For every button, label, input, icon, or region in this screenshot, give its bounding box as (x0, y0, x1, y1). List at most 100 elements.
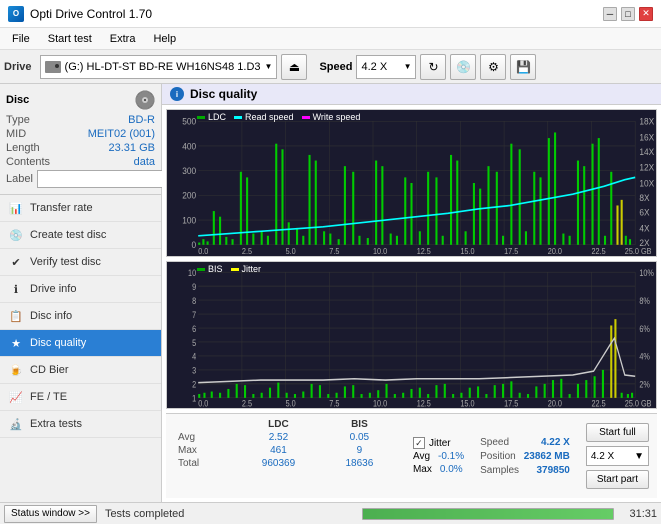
svg-text:4%: 4% (639, 352, 650, 362)
menu-help[interactable]: Help (145, 31, 184, 47)
status-window-button[interactable]: Status window >> (4, 505, 97, 523)
menu-start-test[interactable]: Start test (40, 31, 100, 47)
svg-text:20.0: 20.0 (548, 246, 562, 255)
disc-quality-header: i Disc quality (162, 84, 661, 105)
position-value: 23862 MB (524, 451, 570, 462)
avg-bis: 0.05 (322, 431, 397, 444)
disc-info-icon: 📋 (8, 308, 24, 324)
nav-cd-bier-label: CD Bier (30, 364, 69, 376)
speed-dropdown[interactable]: 4.2 X ▼ (586, 446, 649, 466)
svg-text:12.5: 12.5 (417, 246, 431, 255)
verify-test-disc-icon: ✔ (8, 254, 24, 270)
menu-file[interactable]: File (4, 31, 38, 47)
disc-button[interactable]: 💿 (450, 54, 476, 80)
settings-button[interactable]: ⚙ (480, 54, 506, 80)
svg-text:9: 9 (192, 282, 196, 292)
bottom-chart-svg: 10 9 8 7 6 5 4 3 2 1 10% 8% 6% 4% 2% (167, 262, 656, 408)
top-chart: LDC Read speed Write speed (166, 109, 657, 257)
nav-disc-info[interactable]: 📋 Disc info (0, 303, 161, 330)
disc-mid-value: MEIT02 (001) (88, 128, 155, 140)
nav-verify-test-disc[interactable]: ✔ Verify test disc (0, 249, 161, 276)
svg-text:25.0 GB: 25.0 GB (625, 246, 652, 255)
legend-read-speed: Read speed (234, 112, 294, 122)
svg-text:0: 0 (191, 240, 196, 250)
save-button[interactable]: 💾 (510, 54, 536, 80)
menu-extra[interactable]: Extra (102, 31, 144, 47)
speed-label: Speed (319, 61, 352, 73)
total-ldc: 960369 (235, 457, 322, 470)
svg-text:6%: 6% (639, 324, 650, 334)
svg-text:500: 500 (182, 116, 196, 126)
svg-text:10.0: 10.0 (373, 399, 388, 408)
start-full-button[interactable]: Start full (586, 423, 649, 442)
top-chart-legend: LDC Read speed Write speed (197, 112, 360, 122)
create-test-disc-icon: 💿 (8, 227, 24, 243)
jitter-label: Jitter (429, 438, 451, 449)
speed-value-stat: 4.22 X (541, 437, 570, 448)
start-part-button[interactable]: Start part (586, 470, 649, 489)
disc-label-label: Label (6, 173, 33, 185)
jitter-max-value: 0.0% (440, 464, 463, 475)
svg-text:7: 7 (192, 310, 196, 320)
nav-transfer-rate[interactable]: 📊 Transfer rate (0, 195, 161, 222)
jitter-checkbox[interactable]: ✓ (413, 437, 425, 449)
nav-disc-quality-label: Disc quality (30, 337, 86, 349)
svg-text:15.0: 15.0 (460, 399, 475, 408)
svg-text:18X: 18X (639, 116, 654, 126)
jitter-avg-label: Avg (413, 451, 430, 462)
nav-extra-tests[interactable]: 🔬 Extra tests (0, 411, 161, 438)
nav-cd-bier[interactable]: 🍺 CD Bier (0, 357, 161, 384)
svg-text:0.0: 0.0 (198, 399, 209, 408)
drive-info-icon: ℹ (8, 281, 24, 297)
disc-label-row: Label 🔍 (6, 170, 155, 188)
disc-quality-header-icon: i (170, 87, 184, 101)
speed-dropdown-arrow: ▼ (634, 451, 644, 462)
disc-image-icon (135, 90, 155, 110)
disc-length-value: 23.31 GB (109, 142, 155, 154)
svg-text:0.0: 0.0 (198, 246, 208, 255)
col-ldc: LDC (235, 418, 322, 431)
svg-text:2%: 2% (639, 380, 650, 390)
drive-label: Drive (4, 61, 32, 73)
nav-drive-info[interactable]: ℹ Drive info (0, 276, 161, 303)
nav-disc-info-label: Disc info (30, 310, 72, 322)
nav-create-test-disc[interactable]: 💿 Create test disc (0, 222, 161, 249)
title-bar: O Opti Drive Control 1.70 ─ □ ✕ (0, 0, 661, 28)
legend-bis: BIS (197, 264, 223, 274)
svg-text:100: 100 (182, 215, 196, 225)
ldc-color-dot (197, 116, 205, 119)
content-area: i Disc quality LDC Read speed (162, 84, 661, 502)
disc-header: Disc (6, 90, 155, 110)
toolbar: Drive (G:) HL-DT-ST BD-RE WH16NS48 1.D3 … (0, 50, 661, 84)
maximize-button[interactable]: □ (621, 7, 635, 21)
disc-quality-icon: ★ (8, 335, 24, 351)
disc-quality-title: Disc quality (190, 87, 257, 101)
fe-te-icon: 📈 (8, 389, 24, 405)
status-bar: Status window >> Tests completed 31:31 (0, 502, 661, 524)
speed-value: 4.2 X (361, 61, 387, 73)
title-bar-controls[interactable]: ─ □ ✕ (603, 7, 653, 21)
speed-dropdown-arrow: ▼ (404, 62, 412, 71)
disc-label-input[interactable] (37, 170, 175, 188)
speed-select[interactable]: 4.2 X ▼ (356, 55, 416, 79)
svg-text:3: 3 (192, 366, 196, 376)
eject-button[interactable]: ⏏ (281, 54, 307, 80)
minimize-button[interactable]: ─ (603, 7, 617, 21)
total-bis: 18636 (322, 457, 397, 470)
bottom-chart-legend: BIS Jitter (197, 264, 261, 274)
close-button[interactable]: ✕ (639, 7, 653, 21)
refresh-button[interactable]: ↻ (420, 54, 446, 80)
app-title: Opti Drive Control 1.70 (30, 7, 152, 21)
nav-fe-te[interactable]: 📈 FE / TE (0, 384, 161, 411)
svg-text:5: 5 (192, 338, 196, 348)
stats-table: LDC BIS Avg 2.52 0.05 Max (166, 414, 405, 498)
drive-dropdown-arrow: ▼ (265, 62, 273, 71)
progress-bar-fill (363, 509, 613, 519)
bottom-chart: BIS Jitter (166, 261, 657, 409)
avg-label: Avg (174, 431, 235, 444)
drive-select[interactable]: (G:) HL-DT-ST BD-RE WH16NS48 1.D3 ▼ (40, 55, 278, 79)
svg-text:20.0: 20.0 (548, 399, 563, 408)
drive-name: (G:) HL-DT-ST BD-RE WH16NS48 1.D3 (65, 61, 261, 73)
svg-text:25.0 GB: 25.0 GB (625, 399, 652, 408)
nav-disc-quality[interactable]: ★ Disc quality (0, 330, 161, 357)
